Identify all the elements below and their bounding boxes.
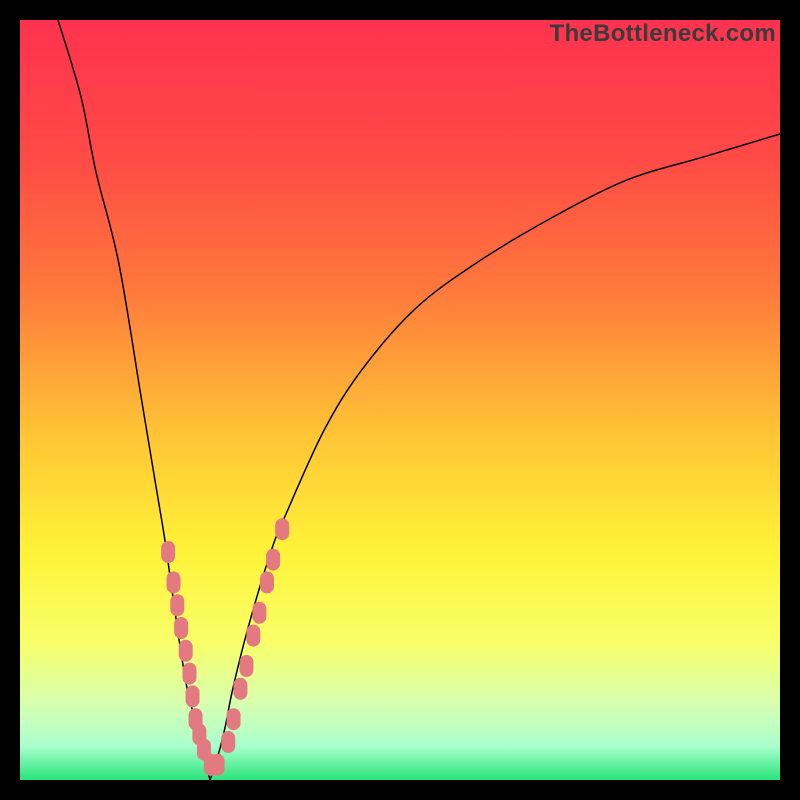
data-marker <box>167 571 181 593</box>
data-marker <box>161 541 175 563</box>
curve-right <box>210 134 780 780</box>
data-marker <box>170 594 184 616</box>
data-marker <box>174 617 188 639</box>
data-marker <box>227 708 241 730</box>
data-marker <box>211 754 225 776</box>
marker-group <box>161 518 289 776</box>
data-marker <box>221 731 235 753</box>
bottleneck-curve-chart <box>20 20 780 780</box>
data-marker <box>266 549 280 571</box>
data-marker <box>233 678 247 700</box>
data-marker <box>182 663 196 685</box>
data-marker <box>246 625 260 647</box>
data-marker <box>186 685 200 707</box>
data-marker <box>252 602 266 624</box>
data-marker <box>179 640 193 662</box>
plot-area: TheBottleneck.com <box>20 20 780 780</box>
data-marker <box>260 571 274 593</box>
data-marker <box>275 518 289 540</box>
data-marker <box>239 655 253 677</box>
